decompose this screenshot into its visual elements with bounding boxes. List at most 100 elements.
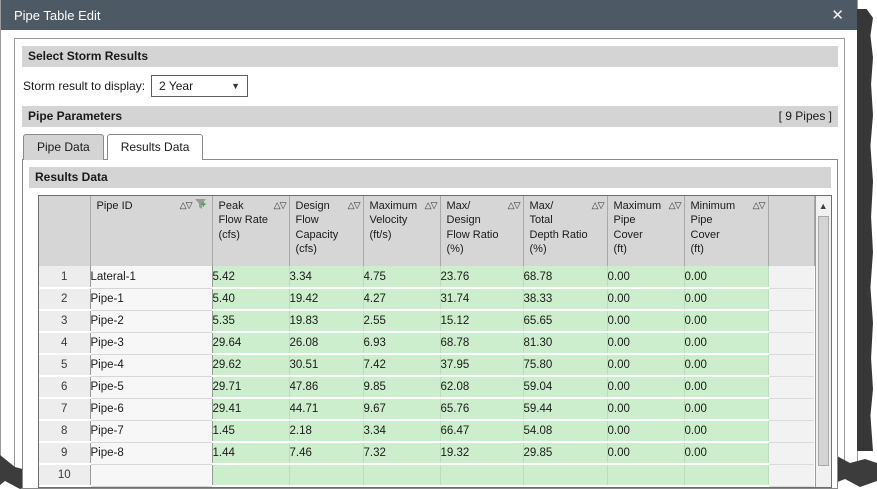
value-cell[interactable] bbox=[212, 464, 290, 487]
row-number[interactable]: 2 bbox=[39, 288, 91, 311]
pipe-id-cell[interactable]: Pipe-6 bbox=[90, 398, 213, 421]
value-cell[interactable]: 59.04 bbox=[523, 376, 608, 399]
col-header-minimum-pipe-cover[interactable]: Minimum Pipe Cover (ft) △▽ bbox=[684, 196, 769, 266]
scrollbar-thumb[interactable] bbox=[817, 216, 829, 466]
tab-results-data[interactable]: Results Data bbox=[106, 134, 204, 160]
value-cell[interactable]: 23.76 bbox=[440, 266, 524, 289]
row-number[interactable]: 8 bbox=[39, 420, 91, 443]
value-cell[interactable]: 4.75 bbox=[363, 266, 441, 289]
col-header-maximum-pipe-cover[interactable]: Maximum Pipe Cover (ft) △▽ bbox=[607, 196, 685, 266]
value-cell[interactable] bbox=[684, 464, 769, 487]
value-cell[interactable]: 65.76 bbox=[440, 398, 524, 421]
value-cell[interactable]: 0.00 bbox=[684, 288, 769, 311]
value-cell[interactable]: 37.95 bbox=[440, 354, 524, 377]
row-number[interactable]: 1 bbox=[39, 266, 91, 289]
row-number[interactable]: 7 bbox=[39, 398, 91, 421]
row-number[interactable]: 6 bbox=[39, 376, 91, 399]
vertical-scrollbar[interactable]: ▲ bbox=[814, 196, 831, 487]
filter-icon[interactable] bbox=[194, 199, 209, 211]
value-cell[interactable]: 29.62 bbox=[212, 354, 290, 377]
sort-icon[interactable]: △▽ bbox=[274, 199, 287, 242]
value-cell[interactable]: 2.55 bbox=[363, 310, 441, 333]
pipe-id-cell[interactable]: Pipe-2 bbox=[90, 310, 213, 333]
pipe-id-cell[interactable]: Pipe-3 bbox=[90, 332, 213, 355]
value-cell[interactable]: 5.35 bbox=[212, 310, 290, 333]
value-cell[interactable]: 7.46 bbox=[289, 442, 364, 465]
value-cell[interactable]: 68.78 bbox=[523, 266, 608, 289]
value-cell[interactable]: 65.65 bbox=[523, 310, 608, 333]
value-cell[interactable]: 0.00 bbox=[684, 310, 769, 333]
value-cell[interactable]: 7.42 bbox=[363, 354, 441, 377]
sort-icon[interactable]: △▽ bbox=[348, 199, 361, 256]
value-cell[interactable]: 9.85 bbox=[363, 376, 441, 399]
value-cell[interactable]: 31.74 bbox=[440, 288, 524, 311]
value-cell[interactable] bbox=[523, 464, 608, 487]
pipe-id-cell[interactable]: Pipe-7 bbox=[90, 420, 213, 443]
value-cell[interactable]: 0.00 bbox=[684, 398, 769, 421]
value-cell[interactable]: 0.00 bbox=[607, 332, 685, 355]
value-cell[interactable]: 7.32 bbox=[363, 442, 441, 465]
col-header-max-total-depth-ratio[interactable]: Max/ Total Depth Ratio (%) △▽ bbox=[523, 196, 608, 266]
value-cell[interactable]: 0.00 bbox=[607, 354, 685, 377]
col-header-design-flow-capacity[interactable]: Design Flow Capacity (cfs) △▽ bbox=[289, 196, 364, 266]
value-cell[interactable]: 0.00 bbox=[684, 266, 769, 289]
scroll-up-icon[interactable]: ▲ bbox=[819, 196, 828, 214]
value-cell[interactable]: 3.34 bbox=[289, 266, 364, 289]
value-cell[interactable]: 29.71 bbox=[212, 376, 290, 399]
value-cell[interactable]: 68.78 bbox=[440, 332, 524, 355]
col-header-maximum-velocity[interactable]: Maximum Velocity (ft/s) △▽ bbox=[363, 196, 441, 266]
value-cell[interactable]: 0.00 bbox=[684, 420, 769, 443]
row-number[interactable]: 9 bbox=[39, 442, 91, 465]
value-cell[interactable]: 75.80 bbox=[523, 354, 608, 377]
value-cell[interactable]: 44.71 bbox=[289, 398, 364, 421]
value-cell[interactable]: 38.33 bbox=[523, 288, 608, 311]
sort-icon[interactable]: △▽ bbox=[508, 199, 521, 256]
value-cell[interactable]: 29.85 bbox=[523, 442, 608, 465]
row-number[interactable]: 5 bbox=[39, 354, 91, 377]
pipe-id-cell[interactable]: Pipe-4 bbox=[90, 354, 213, 377]
value-cell[interactable]: 47.86 bbox=[289, 376, 364, 399]
value-cell[interactable]: 15.12 bbox=[440, 310, 524, 333]
value-cell[interactable]: 59.44 bbox=[523, 398, 608, 421]
value-cell[interactable] bbox=[440, 464, 524, 487]
value-cell[interactable]: 0.00 bbox=[607, 420, 685, 443]
tab-pipe-data[interactable]: Pipe Data bbox=[23, 134, 104, 160]
pipe-id-cell[interactable]: Pipe-1 bbox=[90, 288, 213, 311]
value-cell[interactable]: 0.00 bbox=[607, 266, 685, 289]
sort-icon[interactable]: △▽ bbox=[592, 199, 605, 256]
value-cell[interactable]: 6.93 bbox=[363, 332, 441, 355]
pipe-id-cell[interactable]: Pipe-5 bbox=[90, 376, 213, 399]
col-header-max-design-flow-ratio[interactable]: Max/ Design Flow Ratio (%) △▽ bbox=[440, 196, 524, 266]
value-cell[interactable]: 1.44 bbox=[212, 442, 290, 465]
value-cell[interactable]: 54.08 bbox=[523, 420, 608, 443]
value-cell[interactable]: 19.42 bbox=[289, 288, 364, 311]
value-cell[interactable] bbox=[289, 464, 364, 487]
value-cell[interactable]: 3.34 bbox=[363, 420, 441, 443]
value-cell[interactable]: 29.64 bbox=[212, 332, 290, 355]
pipe-id-cell[interactable] bbox=[90, 464, 213, 487]
value-cell[interactable]: 29.41 bbox=[212, 398, 290, 421]
sort-icon[interactable]: △▽ bbox=[669, 199, 682, 256]
value-cell[interactable]: 0.00 bbox=[607, 376, 685, 399]
value-cell[interactable]: 0.00 bbox=[684, 376, 769, 399]
value-cell[interactable]: 62.08 bbox=[440, 376, 524, 399]
row-number[interactable]: 3 bbox=[39, 310, 91, 333]
value-cell[interactable]: 81.30 bbox=[523, 332, 608, 355]
value-cell[interactable]: 0.00 bbox=[607, 310, 685, 333]
value-cell[interactable]: 5.42 bbox=[212, 266, 290, 289]
value-cell[interactable]: 0.00 bbox=[684, 354, 769, 377]
sort-icon[interactable]: △▽ bbox=[180, 199, 193, 212]
value-cell[interactable]: 0.00 bbox=[684, 332, 769, 355]
value-cell[interactable]: 9.67 bbox=[363, 398, 441, 421]
row-number[interactable]: 10 bbox=[39, 464, 91, 487]
storm-result-dropdown[interactable]: 2 Year ▼ bbox=[151, 75, 249, 97]
close-icon[interactable]: ✕ bbox=[831, 8, 844, 23]
value-cell[interactable]: 5.40 bbox=[212, 288, 290, 311]
col-header-peak-flow-rate[interactable]: Peak Flow Rate (cfs) △▽ bbox=[212, 196, 290, 266]
value-cell[interactable]: 0.00 bbox=[607, 288, 685, 311]
value-cell[interactable]: 30.51 bbox=[289, 354, 364, 377]
value-cell[interactable]: 1.45 bbox=[212, 420, 290, 443]
value-cell[interactable] bbox=[363, 464, 441, 487]
sort-icon[interactable]: △▽ bbox=[425, 199, 438, 242]
row-number[interactable]: 4 bbox=[39, 332, 91, 355]
